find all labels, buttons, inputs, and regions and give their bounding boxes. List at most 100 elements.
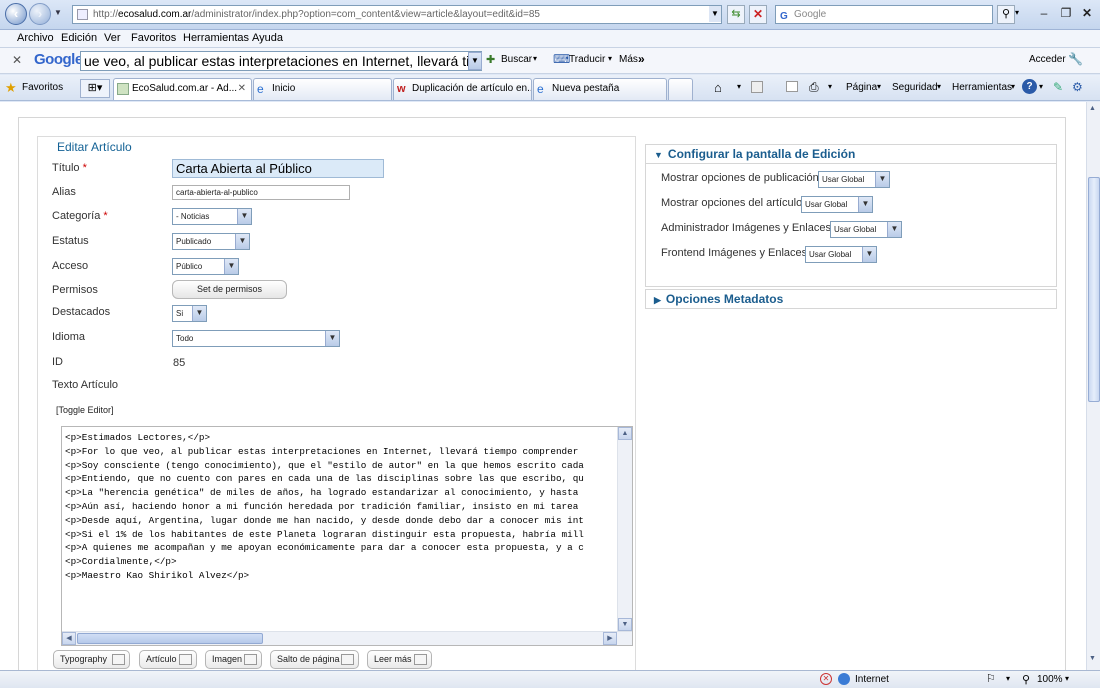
new-tab-button[interactable] — [668, 78, 693, 100]
toggle-editor-link[interactable]: [Toggle Editor] — [56, 405, 114, 415]
leer-mas-button[interactable]: Leer más — [367, 650, 432, 669]
alias-label: Alias — [52, 186, 76, 198]
google-toolbar: ✕ Google ue veo, al publicar estas inter… — [0, 48, 1100, 74]
home-icon[interactable]: ⌂ — [714, 80, 722, 95]
forward-button[interactable]: › — [29, 3, 51, 25]
print-dropdown-icon[interactable]: ▾ — [828, 82, 832, 91]
back-button[interactable]: ‹ — [5, 3, 27, 25]
menu-archivo[interactable]: Archivo — [17, 32, 54, 44]
tab-inicio[interactable]: e Inicio — [253, 78, 392, 100]
ie-tab-icon: e — [257, 82, 264, 96]
home-dropdown-icon[interactable]: ▾ — [737, 82, 741, 91]
close-tab-icon[interactable]: ✕ — [238, 79, 246, 99]
chevron-down-icon: ▼ — [192, 306, 206, 321]
metadata-header[interactable]: ▶ Opciones Metadatos — [645, 289, 1057, 309]
zoom-dropdown-icon[interactable]: ▾ — [1065, 674, 1069, 683]
tab-nueva[interactable]: e Nueva pestaña — [533, 78, 667, 100]
tab-duplicacion[interactable]: w Duplicación de artículo en... — [393, 78, 532, 100]
mail-icon[interactable] — [786, 81, 798, 92]
quick-tabs-icon[interactable]: ⊞▾ — [80, 79, 110, 98]
stop-icon[interactable]: ✕ — [749, 5, 767, 24]
config-header[interactable]: ▼ Configurar la pantalla de Edición — [645, 144, 1057, 164]
access-select[interactable]: Público ▼ — [172, 258, 239, 275]
page-scroll-down-icon[interactable]: ▼ — [1089, 655, 1096, 662]
featured-select[interactable]: Si ▼ — [172, 305, 207, 322]
menu-edicion[interactable]: Edición — [61, 32, 97, 44]
search-input[interactable]: G Google — [775, 5, 993, 24]
seguridad-menu[interactable]: Seguridad — [892, 82, 938, 93]
editor-horizontal-scrollbar[interactable]: ◀ ▶ — [62, 631, 632, 645]
article-options-select[interactable]: Usar Global ▼ — [801, 196, 873, 213]
help-icon[interactable]: ? — [1022, 79, 1037, 94]
config-row-label-2: Administrador Imágenes y Enlaces — [661, 222, 831, 234]
page-vertical-scrollbar[interactable]: ▲ ▼ — [1086, 102, 1100, 670]
print-icon[interactable]: ⎙ — [809, 80, 819, 95]
traducir-button[interactable]: Traducir — [569, 54, 605, 65]
close-window-icon[interactable]: ✕ — [1077, 4, 1097, 23]
title-input[interactable]: Carta Abierta al Público — [172, 159, 384, 178]
page-scroll-up-icon[interactable]: ▲ — [1089, 105, 1096, 112]
search-placeholder: Google — [794, 9, 827, 20]
scroll-right-icon[interactable]: ▶ — [603, 632, 617, 645]
wrench-icon[interactable]: 🔧 — [1068, 52, 1083, 66]
messenger-icon[interactable]: ⚙ — [1072, 80, 1083, 94]
close-toolbar-icon[interactable]: ✕ — [12, 53, 22, 67]
url-dropdown-icon[interactable]: ▼ — [709, 6, 721, 22]
salto-pagina-button[interactable]: Salto de página — [270, 650, 359, 669]
pagina-menu[interactable]: Página — [846, 82, 877, 93]
minimize-icon[interactable]: – — [1034, 4, 1054, 23]
editor-hscroll-thumb[interactable] — [77, 633, 263, 644]
traducir-dropdown-icon[interactable]: ▾ — [608, 54, 612, 63]
query-dropdown-icon[interactable]: ▼ — [468, 52, 482, 70]
frontend-images-select[interactable]: Usar Global ▼ — [805, 246, 877, 263]
google-query-input[interactable]: ue veo, al publicar estas interpretacion… — [80, 51, 482, 71]
editor-line: <p>Estimados Lectores,</p> — [65, 432, 211, 443]
menu-ver[interactable]: Ver — [104, 32, 121, 44]
scroll-up-icon[interactable]: ▲ — [618, 427, 632, 440]
protected-mode-icon[interactable]: ⚐ — [986, 672, 996, 685]
menu-favoritos[interactable]: Favoritos — [131, 32, 176, 44]
scroll-down-icon[interactable]: ▼ — [618, 618, 632, 631]
compatibility-icon[interactable]: ⇆ — [727, 5, 745, 24]
tab-duplicacion-label: Duplicación de artículo en... — [412, 83, 532, 94]
permissions-button[interactable]: Set de permisos — [172, 280, 287, 299]
restore-icon[interactable]: ❐ — [1056, 4, 1076, 23]
status-select[interactable]: Publicado ▼ — [172, 233, 250, 250]
tab-ecosalud[interactable]: EcoSalud.com.ar - Ad... ✕ — [113, 78, 252, 100]
menu-ayuda[interactable]: Ayuda — [252, 32, 283, 44]
url-input[interactable]: http://ecosalud.com.ar/administrator/ind… — [72, 5, 722, 24]
zoom-level[interactable]: 100% — [1037, 674, 1063, 685]
protected-dropdown-icon[interactable]: ▾ — [1006, 674, 1010, 683]
imagen-button[interactable]: Imagen — [205, 650, 262, 669]
herramientas-menu[interactable]: Herramientas — [952, 82, 1012, 93]
editor-content[interactable]: <p>Estimados Lectores,</p> <p>For lo que … — [65, 431, 618, 621]
search-button-icon[interactable]: ⚲ — [997, 5, 1015, 24]
metadata-header-text: Opciones Metadatos — [665, 292, 784, 306]
buscar-dropdown-icon[interactable]: ▾ — [533, 54, 537, 63]
research-icon[interactable]: ✎ — [1053, 80, 1063, 94]
feeds-icon[interactable] — [751, 81, 763, 93]
page-scroll-thumb[interactable] — [1088, 177, 1100, 402]
buscar-button[interactable]: Buscar — [501, 54, 532, 65]
menu-herramientas[interactable]: Herramientas — [183, 32, 249, 44]
history-dropdown-icon[interactable]: ▼ — [54, 8, 62, 17]
mas-button[interactable]: Más — [619, 54, 638, 65]
articulo-button[interactable]: Artículo — [139, 650, 197, 669]
alias-input[interactable]: carta-abierta-al-publico — [172, 185, 350, 200]
editor-vertical-scrollbar[interactable]: ▲ ▼ — [617, 427, 632, 631]
chevron-right-icon[interactable]: » — [638, 52, 645, 66]
editor-line: <p>La "herencia genética" de miles de añ… — [65, 487, 579, 499]
acceder-button[interactable]: Acceder — [1029, 54, 1066, 65]
typography-button[interactable]: Typography — [53, 650, 130, 669]
help-dropdown-icon[interactable]: ▾ — [1039, 82, 1043, 91]
zoom-icon[interactable]: ⚲ — [1022, 673, 1030, 686]
admin-images-select[interactable]: Usar Global ▼ — [830, 221, 902, 238]
category-select[interactable]: - Noticias ▼ — [172, 208, 252, 225]
favorites-button[interactable]: Favoritos — [22, 82, 63, 93]
publish-options-select[interactable]: Usar Global ▼ — [818, 171, 890, 188]
scroll-left-icon[interactable]: ◀ — [62, 632, 76, 645]
search-options-icon[interactable]: ▾ — [1015, 8, 1019, 17]
language-select[interactable]: Todo ▼ — [172, 330, 340, 347]
article-text-editor[interactable]: <p>Estimados Lectores,</p> <p>For lo que … — [61, 426, 633, 646]
editor-line: <p>A quienes me acompañan y me apoyan ec… — [65, 542, 584, 554]
